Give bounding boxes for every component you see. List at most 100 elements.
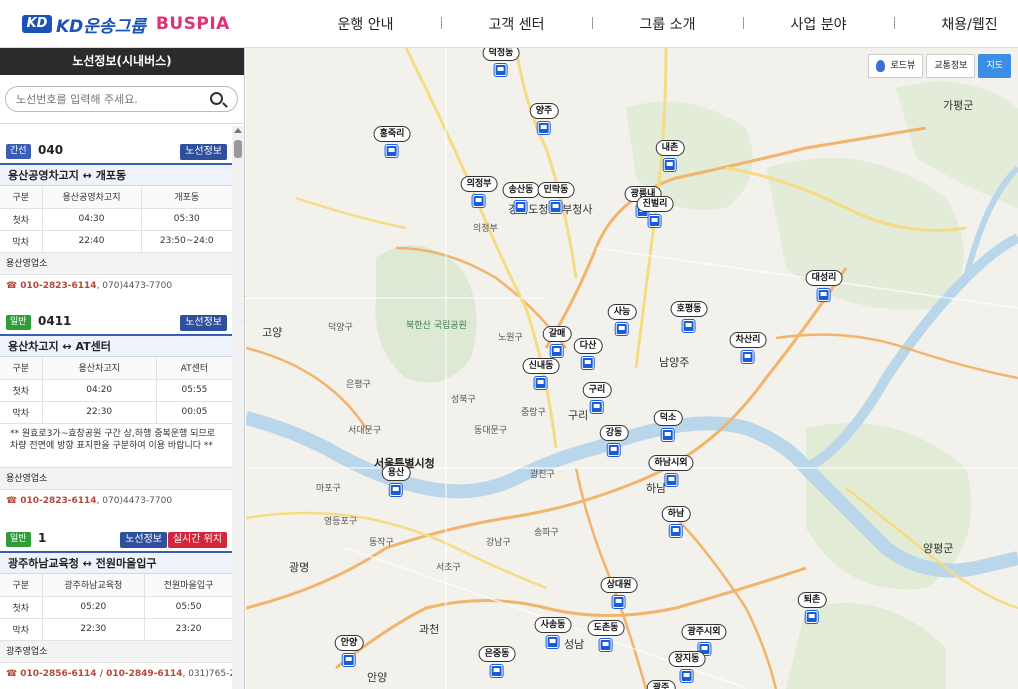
bus-stop-label[interactable]: 호평동 (670, 301, 708, 317)
bus-stop-marker[interactable]: 안양 (334, 630, 364, 666)
bus-stop-label[interactable]: 하남 (661, 506, 691, 522)
nav-group-intro[interactable]: 그룹 소개 (592, 14, 743, 34)
bus-stop-label[interactable]: 구리 (582, 382, 612, 398)
phone-main[interactable]: 010-2823-6114 (20, 281, 96, 291)
bus-stop-marker[interactable]: 민락동 (537, 177, 575, 213)
bus-stop-label[interactable]: 다산 (573, 338, 603, 354)
route-list[interactable]: 간선 040 노선정보 용산공영차고지 ↔ 개포동 구분 용산공영차고지 개포동 첫… (0, 126, 232, 689)
bus-stop-marker[interactable]: 강동 (599, 420, 629, 456)
logo[interactable]: KD KD운송그룹 BUSPIA (22, 12, 230, 37)
bus-icon[interactable] (662, 429, 674, 441)
bus-stop-marker[interactable]: 호평동 (670, 296, 708, 332)
bus-stop-marker[interactable]: 하남 (661, 501, 691, 537)
bus-stop-label[interactable]: 장지동 (668, 651, 706, 667)
bus-stop-marker[interactable]: 내촌 (655, 135, 685, 171)
bus-icon[interactable] (683, 320, 695, 332)
bus-stop-label[interactable]: 신내동 (522, 358, 560, 374)
bus-icon[interactable] (670, 525, 682, 537)
bus-stop-marker[interactable]: 다산 (573, 333, 603, 369)
nav-recruit-webzine[interactable]: 채용/웹진 (894, 14, 1018, 34)
bus-icon[interactable] (613, 596, 625, 608)
bus-icon[interactable] (608, 444, 620, 456)
bus-icon[interactable] (386, 145, 398, 157)
bus-icon[interactable] (343, 654, 355, 666)
bus-stop-marker[interactable]: 구리 (582, 377, 612, 413)
roadview-button[interactable]: 로드뷰 (868, 54, 924, 78)
route-number[interactable]: 1 (38, 531, 46, 545)
bus-stop-label[interactable]: 내촌 (655, 140, 685, 156)
phone-main[interactable]: 010-2823-6114 (20, 496, 96, 506)
bus-icon[interactable] (681, 670, 693, 682)
nav-business-areas[interactable]: 사업 분야 (743, 14, 894, 34)
bus-stop-marker[interactable]: 홍죽리 (373, 121, 411, 157)
bus-icon[interactable] (473, 195, 485, 207)
bus-stop-label[interactable]: 강동 (599, 425, 629, 441)
bus-stop-label[interactable]: 퇴촌 (797, 592, 827, 608)
bus-stop-label[interactable]: 광주 (646, 680, 676, 689)
bus-stop-marker[interactable]: 양주 (529, 98, 559, 134)
route-number[interactable]: 040 (38, 143, 63, 157)
bus-icon[interactable] (535, 377, 547, 389)
bus-stop-label[interactable]: 하남시외 (648, 455, 694, 471)
route-search-input[interactable] (16, 90, 196, 108)
nav-operation-guide[interactable]: 운행 안내 (290, 14, 441, 34)
bus-stop-label[interactable]: 민락동 (537, 182, 575, 198)
route-info-button[interactable]: 노선정보 (120, 532, 167, 548)
bus-icon[interactable] (591, 401, 603, 413)
bus-icon[interactable] (665, 474, 677, 486)
bus-stop-label[interactable]: 진벌리 (636, 196, 674, 212)
bus-stop-label[interactable]: 도촌동 (587, 620, 625, 636)
bus-stop-label[interactable]: 차산리 (729, 332, 767, 348)
bus-stop-label[interactable]: 대성리 (805, 270, 843, 286)
bus-stop-label[interactable]: 사송동 (534, 617, 572, 633)
bus-icon[interactable] (742, 351, 754, 363)
bus-stop-marker[interactable]: 사능 (607, 299, 637, 335)
bus-stop-marker[interactable]: 광주 (646, 675, 676, 689)
bus-stop-label[interactable]: 덕정동 (482, 48, 520, 61)
bus-stop-marker[interactable]: 갈매 (542, 321, 572, 357)
bus-stop-marker[interactable]: 덕소 (653, 405, 683, 441)
bus-icon[interactable] (550, 201, 562, 213)
bus-stop-marker[interactable]: 송산동 (502, 177, 540, 213)
sidebar-scrollbar[interactable] (232, 126, 244, 689)
bus-icon[interactable] (582, 357, 594, 369)
route-number[interactable]: 0411 (38, 314, 71, 328)
bus-icon[interactable] (538, 122, 550, 134)
bus-stop-label[interactable]: 의정부 (460, 176, 498, 192)
bus-stop-label[interactable]: 송산동 (502, 182, 540, 198)
traffic-info-button[interactable]: 교통정보 (926, 54, 976, 78)
bus-stop-marker[interactable]: 용산 (381, 460, 411, 496)
bus-stop-marker[interactable]: 신내동 (522, 353, 560, 389)
bus-stop-label[interactable]: 홍죽리 (373, 126, 411, 142)
bus-stop-marker[interactable]: 대성리 (805, 265, 843, 301)
bus-icon[interactable] (515, 201, 527, 213)
bus-icon[interactable] (806, 611, 818, 623)
bus-stop-label[interactable]: 사능 (607, 304, 637, 320)
bus-icon[interactable] (547, 636, 559, 648)
bus-stop-marker[interactable]: 도촌동 (587, 615, 625, 651)
phone-main[interactable]: 010-2856-6114 / 010-2849-6114 (20, 669, 182, 679)
search-icon[interactable] (210, 92, 223, 105)
bus-stop-label[interactable]: 안양 (334, 635, 364, 651)
bus-stop-label[interactable]: 덕소 (653, 410, 683, 426)
bus-icon[interactable] (600, 639, 612, 651)
bus-stop-marker[interactable]: 하남시외 (648, 450, 694, 486)
bus-stop-marker[interactable]: 의정부 (460, 171, 498, 207)
map-view[interactable]: 로드뷰 교통정보 지도 가평군 의정부 경기도청 북부청사 고양 북한산 국립공원 노원구… (246, 48, 1018, 689)
bus-stop-label[interactable]: 상대원 (600, 577, 638, 593)
bus-stop-marker[interactable]: 사송동 (534, 612, 572, 648)
bus-stop-marker[interactable]: 은중동 (478, 641, 516, 677)
bus-icon[interactable] (491, 665, 503, 677)
bus-stop-label[interactable]: 은중동 (478, 646, 516, 662)
route-info-button[interactable]: 노선정보 (180, 144, 227, 160)
map-type-button[interactable]: 지도 (978, 54, 1011, 78)
nav-customer-center[interactable]: 고객 센터 (441, 14, 592, 34)
bus-icon[interactable] (664, 159, 676, 171)
bus-stop-label[interactable]: 용산 (381, 465, 411, 481)
bus-stop-label[interactable]: 갈매 (542, 326, 572, 342)
bus-stop-marker[interactable]: 퇴촌 (797, 587, 827, 623)
bus-icon[interactable] (818, 289, 830, 301)
bus-icon[interactable] (616, 323, 628, 335)
bus-stop-label[interactable]: 양주 (529, 103, 559, 119)
scroll-thumb[interactable] (234, 140, 242, 158)
